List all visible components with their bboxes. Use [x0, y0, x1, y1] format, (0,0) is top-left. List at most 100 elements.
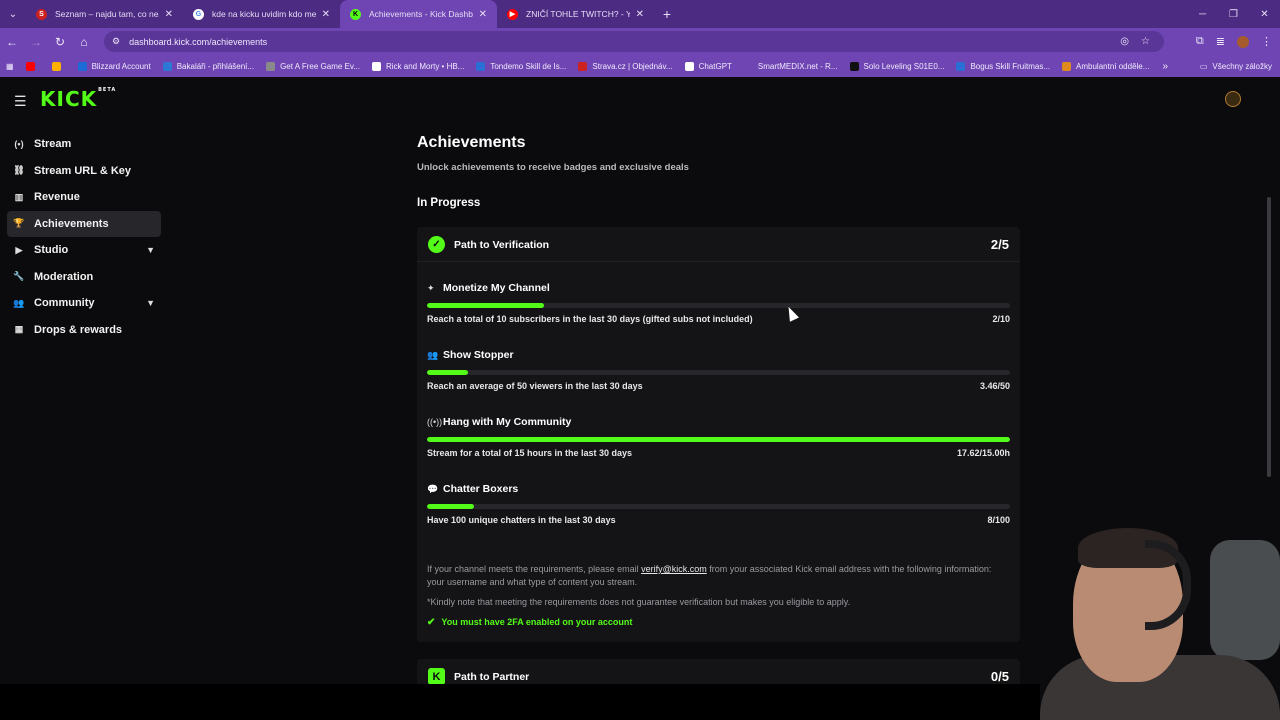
folder-icon: ▭ [1199, 61, 1208, 71]
extensions-icon[interactable]: ⧉ [1196, 35, 1204, 48]
maximize-icon[interactable]: ❐ [1218, 0, 1249, 28]
video-icon: ▶ [15, 244, 23, 255]
partner-card[interactable]: K Path to Partner 0/5 [417, 659, 1020, 684]
bookmark-item[interactable]: Bakaláři - přihlášení... [162, 61, 254, 71]
wrench-icon: 🔧 [13, 271, 25, 282]
page-scrollbar[interactable] [1267, 197, 1271, 477]
verification-card-header[interactable]: ✓ Path to Verification 2/5 [417, 227, 1020, 262]
browser-tab-3[interactable]: ▶ ZNIČÍ TOHLE TWITCH? - YouTu ✕ [497, 0, 654, 28]
sidebar-item-moderation[interactable]: 🔧 Moderation [7, 264, 161, 291]
home-icon[interactable]: ⌂ [72, 28, 96, 55]
tab-search-icon[interactable]: ⌄ [0, 0, 26, 28]
progress-bar [427, 303, 1010, 308]
close-window-icon[interactable]: ✕ [1249, 0, 1280, 28]
tab-title: ZNIČÍ TOHLE TWITCH? - YouTu [526, 9, 630, 19]
eye-off-icon[interactable]: ◎ [1120, 36, 1129, 47]
broadcast-icon: (•) [14, 139, 24, 150]
sidebar-item-stream[interactable]: (•) Stream [7, 131, 161, 158]
logo-text: KICK [40, 87, 98, 111]
sidebar-item-studio[interactable]: ▶ Studio ▼ [7, 237, 161, 264]
bookmark-item[interactable] [51, 61, 66, 71]
bookmark-label: SmartMEDIX.net - R... [757, 61, 838, 71]
bookmark-item[interactable]: SmartMEDIX.net - R... [743, 61, 838, 71]
menu-dots-icon[interactable]: ⋮ [1261, 35, 1272, 48]
kick-favicon-icon: K [350, 8, 361, 20]
page-subtitle: Unlock achievements to receive badges an… [417, 162, 689, 173]
bookmark-label: ChatGPT [698, 61, 732, 71]
logo-beta-tag: BETA [98, 87, 117, 93]
bookmark-item[interactable]: Ambulantní odděle... [1062, 61, 1150, 71]
bookmark-favicon-icon [684, 61, 694, 71]
sidebar-item-drops-rewards[interactable]: ▦ Drops & rewards [7, 317, 161, 344]
new-tab-button[interactable]: + [654, 6, 680, 22]
url-field[interactable]: ⚙ dashboard.kick.com/achievements ◎ ☆ [104, 31, 1164, 52]
info-text-before: If your channel meets the requirements, … [427, 564, 642, 574]
address-toolbar: ← → ↻ ⌂ ⚙ dashboard.kick.com/achievement… [0, 28, 1280, 55]
bookmark-item[interactable]: Solo Leveling S01E0... [849, 61, 944, 71]
twofa-text: You must have 2FA enabled on your accoun… [441, 617, 633, 627]
profile-avatar[interactable] [1237, 35, 1249, 48]
seznam-favicon-icon: S [36, 8, 47, 20]
all-bookmarks-folder[interactable]: ▭ Všechny záložky [1200, 55, 1272, 77]
dashboard-sidebar: (•) Stream ⛓ Stream URL & Key ▥ Revenue 🏆 Achie… [7, 131, 161, 343]
bookmark-label: Strava.cz | Objednáv... [592, 61, 673, 71]
bookmark-item[interactable]: Bogus Skill Fruitmas... [956, 61, 1050, 71]
all-bookmarks-label: Všechny záložky [1212, 61, 1272, 71]
broadcast-icon: ((•)) [427, 417, 443, 427]
achievement-name: Chatter Boxers [443, 483, 519, 495]
tab-title: Achievements - Kick Dashboard [369, 9, 473, 19]
forward-icon[interactable]: → [24, 28, 48, 55]
bookmark-item[interactable]: Tondemo Skill de Is... [476, 61, 566, 71]
browser-tab-0[interactable]: S Seznam – najdu tam, co nezná ✕ [26, 0, 183, 28]
reload-icon[interactable]: ↻ [48, 28, 72, 55]
bookmark-star-icon[interactable]: ☆ [1141, 36, 1150, 47]
achievement-description: Have 100 unique chatters in the last 30 … [427, 515, 616, 525]
bookmark-favicon-icon [25, 61, 35, 71]
media-icon[interactable]: ≣ [1216, 35, 1225, 48]
user-avatar[interactable] [1225, 91, 1241, 107]
kick-logo[interactable]: KICKBETA [40, 87, 116, 111]
bookmark-item[interactable]: Rick and Morty • HB... [371, 61, 464, 71]
progress-bar [427, 437, 1010, 442]
chevron-down-icon[interactable]: ▼ [146, 245, 155, 255]
tab-title: kde na kicku uvidim kdo me zn [212, 9, 316, 19]
progress-fill [427, 370, 468, 375]
back-icon[interactable]: ← [0, 28, 24, 55]
partner-count: 0/5 [990, 669, 1009, 684]
progress-bar [427, 504, 1010, 509]
bookmark-item[interactable]: Blizzard Account [77, 61, 151, 71]
hamburger-menu-icon[interactable]: ☰ [14, 93, 27, 110]
minimize-icon[interactable]: ─ [1187, 0, 1218, 28]
tab-close-icon[interactable]: ✕ [322, 9, 330, 20]
tab-close-icon[interactable]: ✕ [636, 9, 644, 20]
bookmark-item[interactable] [25, 61, 40, 71]
verify-email-link[interactable]: verify@kick.com [641, 564, 707, 574]
bookmark-item[interactable]: Strava.cz | Objednáv... [578, 61, 673, 71]
verification-info: If your channel meets the requirements, … [427, 563, 1010, 589]
bookmark-label: Ambulantní odděle... [1076, 61, 1150, 71]
sidebar-item-stream-url-key[interactable]: ⛓ Stream URL & Key [7, 158, 161, 185]
bookmark-item[interactable]: ChatGPT [684, 61, 732, 71]
bookmarks-more-icon[interactable]: » [1162, 55, 1168, 77]
achievement-description: Reach an average of 50 viewers in the la… [427, 381, 643, 391]
partner-title: Path to Partner [454, 671, 530, 683]
browser-tab-strip: ⌄ SSeznam – najdu tam, co nezná✕Gkde na … [0, 0, 1280, 28]
sparkle-icon: ✦ [427, 283, 435, 293]
site-info-icon[interactable]: ⚙ [112, 36, 120, 47]
browser-tab-1[interactable]: Gkde na kicku uvidim kdo me zn ✕ [183, 0, 340, 28]
browser-tab-2[interactable]: K Achievements - Kick Dashboard ✕ [340, 0, 497, 28]
apps-icon[interactable]: ▦ [6, 62, 14, 71]
bookmark-item[interactable]: Get A Free Game Ev... [266, 61, 360, 71]
sidebar-item-label: Achievements [34, 217, 109, 230]
chart-icon: ▥ [14, 191, 24, 202]
tab-close-icon[interactable]: ✕ [165, 9, 173, 20]
page-title: Achievements [417, 134, 526, 151]
window-controls: ─ ❐ ✕ [1187, 0, 1280, 28]
checkmark-icon: ✔ [427, 617, 436, 628]
sidebar-item-community[interactable]: 👥 Community ▼ [7, 290, 161, 317]
tab-title: Seznam – najdu tam, co nezná [55, 9, 159, 19]
sidebar-item-achievements[interactable]: 🏆 Achievements [7, 210, 161, 237]
sidebar-item-revenue[interactable]: ▥ Revenue [7, 184, 161, 211]
tab-close-icon[interactable]: ✕ [479, 9, 487, 20]
chevron-down-icon[interactable]: ▼ [146, 298, 155, 308]
